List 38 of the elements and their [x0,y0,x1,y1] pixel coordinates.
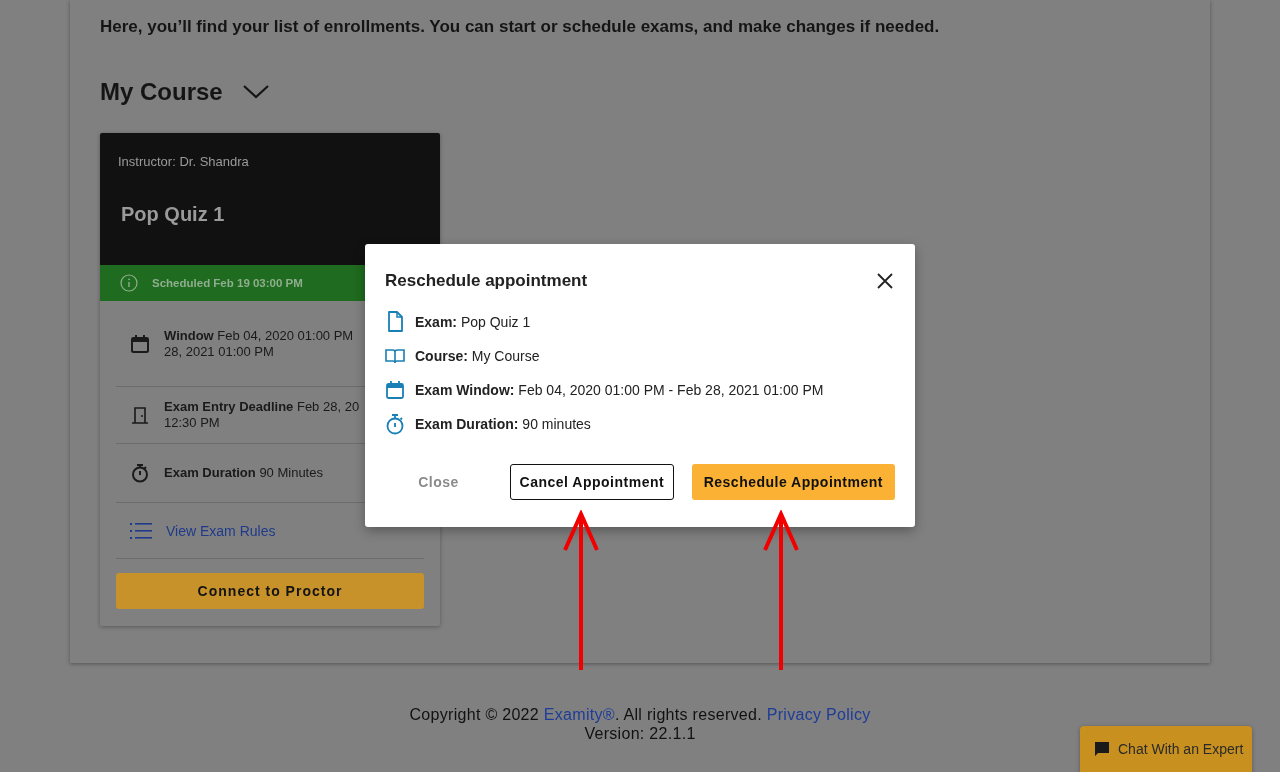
stopwatch-icon [130,463,150,483]
detail-value: Feb 04, 2020 01:00 PM [217,327,354,343]
close-button[interactable]: Close [385,464,493,500]
detail-label: Exam Duration [164,465,256,480]
reschedule-button[interactable]: Reschedule Appointment [691,464,895,500]
detail-label: Window [164,327,214,343]
detail-value: Feb 28, 20 [296,399,360,414]
cancel-button[interactable]: Cancel Appointment [510,464,674,500]
door-icon [130,405,150,425]
chat-icon [1094,741,1110,757]
detail-text: Exam Window: Feb 04, 2020 01:00 PM - Feb 28, 2021 01:00 PM [415,382,824,398]
calendar-icon [130,333,150,354]
dialog-title: Reschedule appointment [385,271,588,291]
document-icon [385,311,405,333]
info-icon [120,274,138,292]
copyright-text: Copyright © 2022 Examity®. All rights reserved. Privacy Policy [408,705,872,724]
exam-title: Pop Quiz 1 [121,203,226,226]
exam-rules-link[interactable]: View Exam Rules [166,522,276,539]
status-text: Scheduled Feb 19 03:00 PM [152,277,303,289]
detail-text: Exam: Pop Quiz 1 [415,314,531,330]
calendar-icon [385,380,405,400]
intro-text: Here, you’ll find your list of enrollments. You can start or schedule exams, and make changes if needed. [100,16,941,38]
chat-button[interactable]: Chat With an Expert [1080,726,1252,772]
book-icon [385,348,405,364]
close-icon[interactable] [875,271,895,291]
connect-button[interactable]: Connect to Proctor [116,573,424,609]
detail-value: 28, 2021 01:00 PM [164,343,275,360]
stopwatch-icon [385,413,405,435]
course-title: My Course [100,78,223,106]
detail-text: Course: My Course [415,348,540,364]
detail-label: Exam Entry Deadline [164,399,294,414]
detail-value: 90 Minutes [259,465,323,480]
list-icon [130,521,152,540]
version-text: Version: 22.1.1 [583,724,697,743]
detail-text: Exam Duration: 90 minutes [415,416,591,432]
chevron-down-icon[interactable] [242,85,269,99]
instructor-text: Instructor: Dr. Shandra [118,154,250,169]
detail-value: 12:30 PM [164,415,221,431]
